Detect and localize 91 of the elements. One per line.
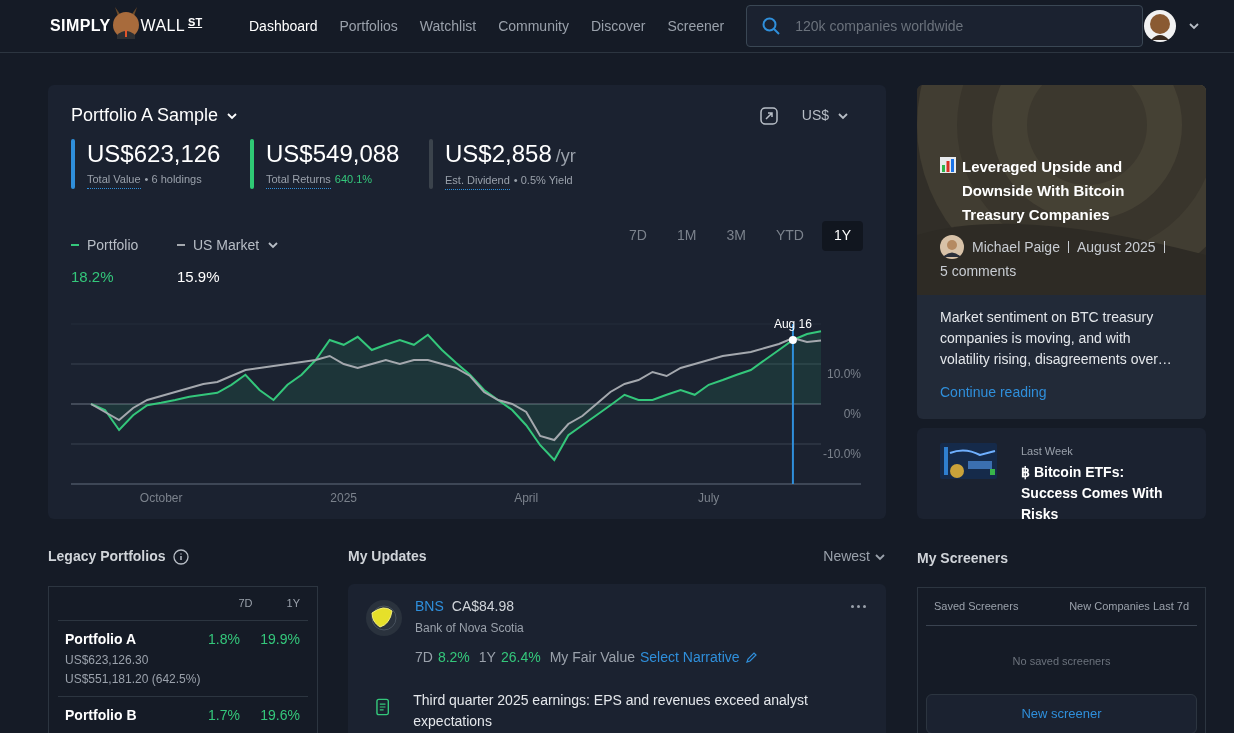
article-time: Last Week <box>1021 444 1074 459</box>
author-name: Michael Paige <box>972 238 1060 257</box>
article-date: August 2025 <box>1076 238 1156 257</box>
stat-label: Total Returns <box>266 171 331 189</box>
range-tab[interactable]: 3M <box>714 220 758 251</box>
legend-value: 18.2% <box>71 266 115 287</box>
marker-dot <box>788 336 797 344</box>
more-icon[interactable] <box>851 605 866 608</box>
x-tick-label: July <box>698 491 720 505</box>
stat-change: 640.1% <box>334 172 373 187</box>
section-title: Legacy Portfolios <box>48 547 166 566</box>
avatar-icon[interactable] <box>1144 10 1176 42</box>
snowflake-icon <box>364 598 404 638</box>
logo-mascot-icon <box>110 5 141 39</box>
stat-value: US$623,126 <box>87 139 221 169</box>
y-tick-label: 0% <box>843 407 861 421</box>
legend-label: US Market <box>193 235 260 255</box>
column-header: 1Y <box>286 596 300 612</box>
legend-value: 15.9% <box>177 266 221 287</box>
stat-value: US$549,088 <box>266 139 400 169</box>
logo-text: WALL <box>140 16 186 36</box>
return-value: 1.7% <box>207 706 240 725</box>
range-tab[interactable]: YTD <box>763 220 816 251</box>
portfolio-amount: US$551,181.20 (642.5%) <box>65 671 202 688</box>
company-name: Bank of Nova Scotia <box>415 620 525 637</box>
y-tick-label: 10.0% <box>826 367 861 381</box>
range-tab[interactable]: 7D <box>617 220 659 251</box>
new-screener-button[interactable]: New screener <box>926 693 1197 733</box>
document-icon <box>376 698 390 716</box>
return-value: 26.4% <box>500 648 541 667</box>
related-article-card[interactable]: Last Week ฿ Bitcoin ETFs: Success Comes With Risks <box>917 428 1206 519</box>
range-tab[interactable]: 1Y <box>821 220 863 251</box>
column-header: 7D <box>238 596 253 612</box>
portfolio-selector[interactable]: Portfolio A Sample <box>71 102 239 129</box>
nav-link[interactable]: Portfolios <box>339 15 398 37</box>
stat-unit: /yr <box>555 145 576 168</box>
section-title: My Updates <box>348 547 427 566</box>
section-title: My Screeners <box>917 550 1009 566</box>
continue-reading-link[interactable]: Continue reading <box>940 382 1183 403</box>
x-tick-label: October <box>139 491 183 505</box>
info-icon[interactable] <box>173 548 190 565</box>
y-tick-label: -10.0% <box>822 447 861 461</box>
stat-value: US$2,858 <box>445 139 552 169</box>
news-headline[interactable]: Third quarter 2025 earnings: EPS and revenues exceed analyst expectations <box>413 690 866 732</box>
column-header: Saved Screeners <box>934 599 1019 615</box>
return-value: 8.2% <box>437 648 470 667</box>
return-label: 1Y <box>478 648 496 667</box>
meta-separator <box>1067 241 1069 253</box>
chevron-down-icon <box>1188 20 1200 32</box>
currency-selector[interactable]: US$ <box>801 105 849 126</box>
share-icon[interactable] <box>759 106 778 125</box>
return-value: 19.9% <box>259 630 300 649</box>
portfolio-amount: US$623,126.30 <box>65 652 150 669</box>
chevron-down-icon <box>267 239 280 251</box>
logo-text: SIMPLY <box>50 16 111 36</box>
column-header: New Companies Last 7d <box>1069 599 1189 615</box>
article-title[interactable]: Leveraged Upside and Downside With Bitcoin Treasury Companies <box>962 155 1183 227</box>
return-value: 19.6% <box>259 706 300 725</box>
portfolio-name[interactable]: Portfolio A <box>65 629 180 650</box>
nav-link[interactable]: Screener <box>667 15 725 37</box>
logo-text: ST <box>188 14 203 30</box>
legend-label: Portfolio <box>87 235 139 255</box>
return-label: 7D <box>415 648 433 667</box>
x-tick-label: 2025 <box>330 491 358 505</box>
search-field[interactable]: 120k companies worldwide <box>746 5 1144 47</box>
fair-value-label: My Fair Value <box>549 648 635 667</box>
stat-detail: • 0.5% Yield <box>513 173 573 188</box>
stat-label: Est. Dividend <box>445 172 510 190</box>
empty-message: No saved screeners <box>1011 654 1112 669</box>
portfolio-name[interactable]: Portfolio B <box>65 705 180 726</box>
x-tick-label: April <box>514 491 539 505</box>
nav-link[interactable]: Community <box>498 15 569 37</box>
return-value: 1.8% <box>207 630 240 649</box>
stat-label: Total Value <box>87 171 141 189</box>
bar-chart-icon <box>940 157 956 173</box>
marker-label: Aug 16 <box>773 317 812 331</box>
pencil-icon[interactable] <box>744 651 758 664</box>
narrative-link[interactable]: Select Narrative <box>640 647 740 668</box>
range-tab[interactable]: 1M <box>664 220 709 251</box>
author-avatar <box>940 235 964 259</box>
stat-detail: • 6 holdings <box>144 172 202 187</box>
nav-link[interactable]: Watchlist <box>419 15 477 37</box>
nav-link[interactable]: Dashboard <box>249 15 318 37</box>
search-icon <box>762 17 781 35</box>
comment-count: 5 comments <box>940 262 1018 281</box>
share-price: CA$84.98 <box>451 597 515 616</box>
meta-separator <box>1163 241 1165 253</box>
nav-link[interactable]: Discover <box>590 15 646 37</box>
sort-dropdown[interactable]: Newest <box>823 546 886 567</box>
article-summary: Market sentiment on BTC treasury companies is moving, and with volatility rising, disagreements over… <box>940 308 1173 369</box>
ticker-link[interactable]: BNS <box>415 596 444 617</box>
